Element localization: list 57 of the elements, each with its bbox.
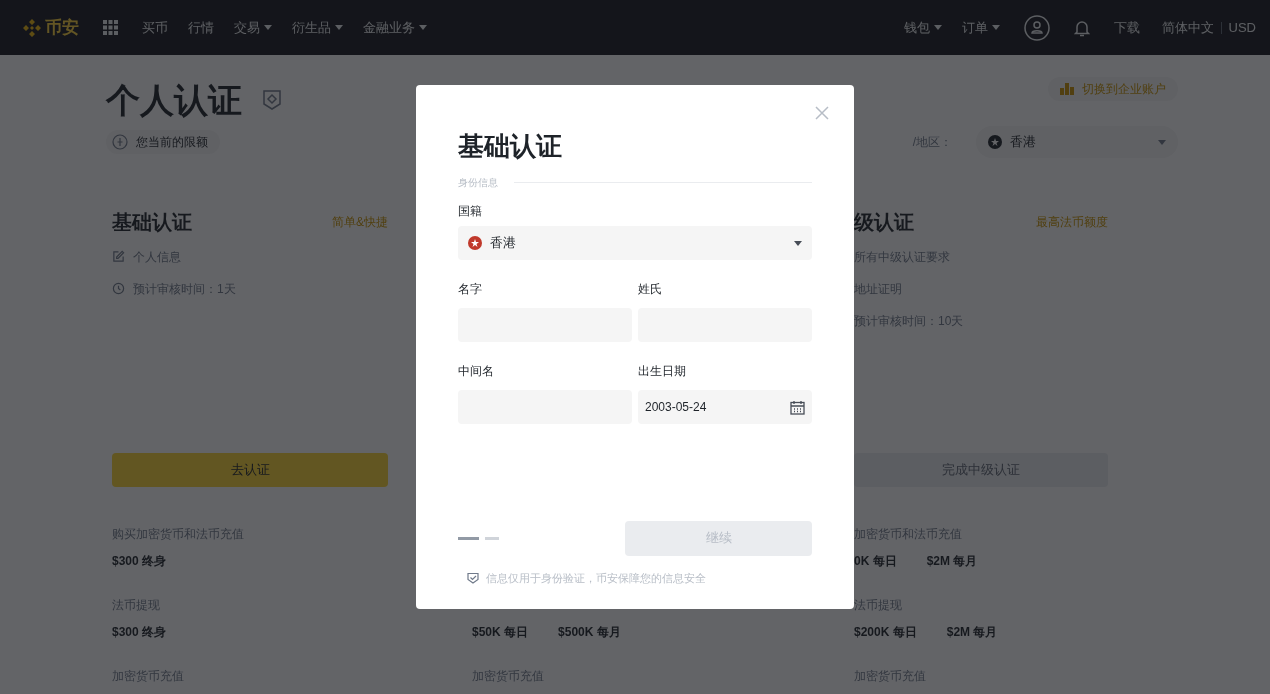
caret-icon xyxy=(264,25,272,30)
nav-menu-item[interactable]: 订单 xyxy=(961,17,1000,38)
dialog-title: 基础认证 xyxy=(458,130,563,163)
apps-grid-icon[interactable] xyxy=(103,20,118,35)
field-label: 名字 xyxy=(458,281,483,298)
building-icon xyxy=(1060,83,1074,95)
nav-menu-item[interactable]: 金融业务 xyxy=(363,17,427,38)
calendar-icon[interactable] xyxy=(790,399,805,415)
limit-value: $50K 每日 xyxy=(472,624,529,641)
caret-icon xyxy=(933,25,942,30)
level-tag: 最高法币额度 xyxy=(1036,213,1108,231)
logo-text: 币安 xyxy=(45,16,79,39)
limit-value: $500K 每月 xyxy=(558,624,621,641)
nav-menu-item[interactable]: 行情 xyxy=(188,17,214,38)
clock-icon xyxy=(112,282,125,295)
close-icon[interactable] xyxy=(814,105,830,121)
limit-value: $200K 每日 xyxy=(854,624,917,641)
caret-icon xyxy=(991,25,1000,30)
field-label: 姓氏 xyxy=(638,281,663,298)
flag-icon xyxy=(988,135,1002,149)
caret-icon xyxy=(335,25,343,30)
field-label: 中间名 xyxy=(458,363,495,380)
limit-value: $2M 每月 xyxy=(926,553,978,570)
nationality-select[interactable]: 香港 xyxy=(458,226,812,260)
verify-button[interactable]: 去认证 xyxy=(112,453,388,487)
caret-icon xyxy=(1158,139,1166,145)
limit-value: $300 终身 xyxy=(112,553,167,570)
caret-icon xyxy=(419,25,427,30)
level-tag: 简单&快捷 xyxy=(332,213,388,231)
level-title: 基础认证 xyxy=(112,210,192,235)
bell-icon[interactable] xyxy=(1073,18,1090,37)
privacy-notice: 信息仅用于身份验证，币安保障您的信息安全 xyxy=(486,570,706,586)
limit-badge-text: 您当前的限额 xyxy=(136,134,208,151)
limit-value: $2M 每月 xyxy=(946,624,998,641)
caret-icon xyxy=(794,240,802,246)
level-title: 级认证 xyxy=(854,210,914,235)
limit-value: $300 终身 xyxy=(112,624,167,641)
field-label: 国籍 xyxy=(458,203,483,220)
user-avatar-icon[interactable] xyxy=(1023,14,1050,41)
limit-value: 0K 每日 xyxy=(854,553,897,570)
page-title: 个人认证 xyxy=(106,79,242,121)
nav-menu-item[interactable]: 衍生品 xyxy=(292,17,343,38)
shield-check-icon xyxy=(467,571,479,584)
language-link[interactable]: 简体中文 xyxy=(1161,17,1214,38)
download-link[interactable]: 下载 xyxy=(1113,17,1140,38)
section-label: 身份信息 xyxy=(458,176,498,190)
field-label: 出生日期 xyxy=(638,363,687,380)
logo-icon xyxy=(22,17,42,38)
flag-icon xyxy=(468,236,482,250)
pencil-icon xyxy=(112,250,125,263)
nav-menu-item[interactable]: 买币 xyxy=(142,17,168,38)
shield-icon xyxy=(262,89,282,111)
date-field[interactable]: 2003-05-24 xyxy=(638,390,812,424)
nav-menu-item[interactable]: 交易 xyxy=(234,17,272,38)
nav-menu-item[interactable]: 钱包 xyxy=(903,17,942,38)
currency-link[interactable]: USD xyxy=(1228,17,1256,38)
coin-icon xyxy=(112,134,128,150)
